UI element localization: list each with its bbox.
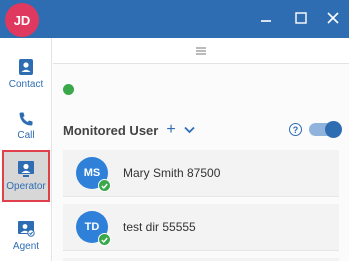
- minimize-icon: [261, 20, 271, 22]
- user-avatar[interactable]: JD: [5, 3, 39, 37]
- nav-item-operator[interactable]: Operator: [2, 150, 50, 202]
- monitored-user-row[interactable]: TD test dir 55555: [63, 204, 339, 251]
- nav-item-contact[interactable]: Contact: [0, 48, 52, 100]
- maximize-icon: [295, 12, 307, 24]
- monitored-user-row[interactable]: MS Mary Smith 87500: [63, 150, 339, 197]
- side-navigation: Contact Call Operator Agent: [0, 38, 52, 261]
- toggle-knob: [325, 121, 342, 138]
- contact-avatar: TD: [76, 211, 111, 246]
- title-bar: JD: [0, 0, 349, 38]
- nav-item-label: Call: [17, 130, 35, 141]
- monitor-toggle[interactable]: [309, 121, 342, 138]
- maximize-button[interactable]: [290, 7, 312, 29]
- hamburger-icon: [196, 47, 206, 54]
- close-button[interactable]: [322, 7, 344, 29]
- contact-avatar: MS: [76, 157, 111, 192]
- avatar-initials: TD: [84, 221, 100, 233]
- avatar-initials: MS: [83, 167, 101, 179]
- chevron-down-icon: [184, 126, 195, 134]
- agent-icon: [18, 221, 35, 237]
- minimize-button[interactable]: [255, 7, 277, 29]
- contact-name: Mary Smith 87500: [123, 166, 221, 180]
- nav-item-agent[interactable]: Agent: [0, 210, 52, 261]
- help-icon[interactable]: ?: [289, 123, 302, 136]
- nav-item-label: Agent: [12, 241, 40, 252]
- phone-icon: [19, 112, 33, 126]
- close-icon: [327, 12, 339, 24]
- main-panel: Monitored User + ? MS Mary Smith 87500 T…: [53, 38, 349, 261]
- available-check-icon: [98, 233, 111, 246]
- monitored-user-title: Monitored User: [63, 122, 159, 138]
- nav-item-label: Contact: [8, 79, 44, 90]
- panel-splitter[interactable]: [53, 38, 349, 64]
- expand-button[interactable]: [184, 126, 195, 134]
- nav-item-label: Operator: [6, 181, 46, 192]
- presence-status-indicator: [63, 84, 74, 95]
- available-check-icon: [98, 179, 111, 192]
- nav-item-call[interactable]: Call: [0, 100, 52, 152]
- contact-icon: [19, 59, 33, 75]
- add-monitored-user-button[interactable]: +: [166, 122, 175, 138]
- operator-icon: [18, 161, 34, 177]
- contact-name: test dir 55555: [123, 220, 196, 234]
